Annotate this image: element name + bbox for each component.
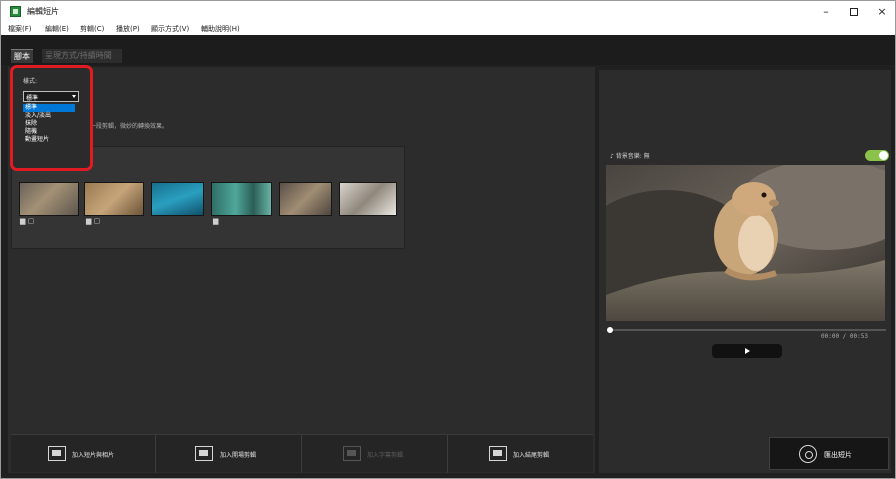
preview-panel: ♪ 背景音樂: 無 00:00 / 00:53 (571, 70, 895, 473)
chevron-down-icon (72, 95, 76, 98)
style-select-value: 標準 (26, 95, 39, 102)
minimize-button[interactable]: – (815, 4, 837, 20)
export-movie-button[interactable]: 匯出短片 (769, 437, 889, 470)
seek-knob[interactable] (607, 327, 613, 333)
menu-clip[interactable]: 剪輯(C) (80, 24, 104, 34)
music-toggle[interactable] (865, 150, 889, 161)
film-reel-icon (799, 445, 817, 463)
close-button[interactable]: × (871, 4, 893, 20)
add-clips-button[interactable]: 加入短片與相片 (11, 435, 156, 473)
clip-thumbnail[interactable] (211, 182, 272, 216)
style-dropdown-highlight: 樣式: 標準 標準 淡入/淡出 抹除 隨機 動畫短片 (10, 65, 93, 171)
tab-script[interactable]: 腳本 (11, 49, 33, 63)
add-opening-label: 加入開場剪輯 (220, 452, 257, 459)
style-option-standard[interactable]: 標準 (23, 104, 75, 112)
app-window: 編輯短片 – × 檔案(F) 編輯(E) 剪輯(C) 播放(P) 顯示方式(V)… (0, 0, 896, 479)
add-opening-icon (195, 446, 213, 461)
style-select[interactable]: 標準 (23, 91, 79, 102)
style-options-list: 標準 淡入/淡出 抹除 隨機 動畫短片 (23, 104, 75, 144)
clip-thumbnail[interactable] (19, 182, 79, 216)
add-ending-label: 加入結尾剪輯 (513, 452, 550, 459)
clip-thumbnail[interactable] (279, 182, 332, 216)
menu-bar: 檔案(F) 編輯(E) 剪輯(C) 播放(P) 顯示方式(V) 輔助說明(H) (1, 23, 895, 35)
tab-bar: 腳本 呈現方式/持續時間 (1, 35, 895, 65)
clip-thumbnail[interactable] (84, 182, 144, 216)
add-clips-icon (48, 446, 66, 461)
clip-icons: ▆ ▢ (20, 217, 35, 225)
style-label: 樣式: (23, 78, 38, 85)
menu-view[interactable]: 顯示方式(V) (151, 24, 189, 34)
window-title: 編輯短片 (27, 7, 59, 16)
menu-help[interactable]: 輔助說明(H) (201, 24, 240, 34)
style-option-random[interactable]: 隨機 (23, 128, 75, 136)
background-music-label: ♪ 背景音樂: 無 (610, 153, 650, 160)
seek-bar[interactable] (607, 327, 886, 333)
play-button[interactable] (712, 344, 782, 358)
add-caption-label: 加入字幕剪輯 (367, 452, 404, 459)
add-caption-button[interactable]: 加入字幕剪輯 (303, 435, 448, 473)
preview-image (571, 160, 895, 330)
style-option-animated[interactable]: 動畫短片 (23, 136, 75, 144)
clip-thumbnail[interactable] (339, 182, 397, 216)
clip-icons: ▆ (213, 217, 219, 225)
style-description: 一段剪輯，微妙的轉換效果。 (90, 123, 169, 130)
maximize-button[interactable] (843, 4, 865, 20)
menu-edit[interactable]: 編輯(E) (45, 24, 69, 34)
clip-thumbnail[interactable] (151, 182, 204, 216)
bottom-toolbar: 加入短片與相片 加入開場剪輯 加入字幕剪輯 加入結尾剪輯 (11, 434, 593, 473)
style-option-fade[interactable]: 淡入/淡出 (23, 112, 75, 120)
maximize-icon (850, 8, 858, 16)
add-ending-icon (489, 446, 507, 461)
app-icon (10, 6, 21, 17)
title-bar: 編輯短片 – × (1, 1, 895, 23)
add-caption-icon (343, 446, 361, 461)
script-panel: 一段剪輯，微妙的轉換效果。 ▆ ▢ ▆ ▢ ▆ (8, 67, 595, 473)
menu-file[interactable]: 檔案(F) (8, 24, 32, 34)
clip-icons: ▆ ▢ (86, 217, 101, 225)
add-opening-button[interactable]: 加入開場剪輯 (157, 435, 302, 473)
playback-time: 00:00 / 00:53 (821, 333, 868, 340)
tab-presentation-duration[interactable]: 呈現方式/持續時間 (42, 49, 122, 63)
menu-play[interactable]: 播放(P) (116, 24, 140, 34)
style-option-wipe[interactable]: 抹除 (23, 120, 75, 128)
add-clips-label: 加入短片與相片 (72, 452, 115, 459)
export-movie-label: 匯出短片 (824, 451, 852, 459)
add-ending-button[interactable]: 加入結尾剪輯 (449, 435, 593, 473)
prairie-dog-photo (571, 160, 895, 330)
